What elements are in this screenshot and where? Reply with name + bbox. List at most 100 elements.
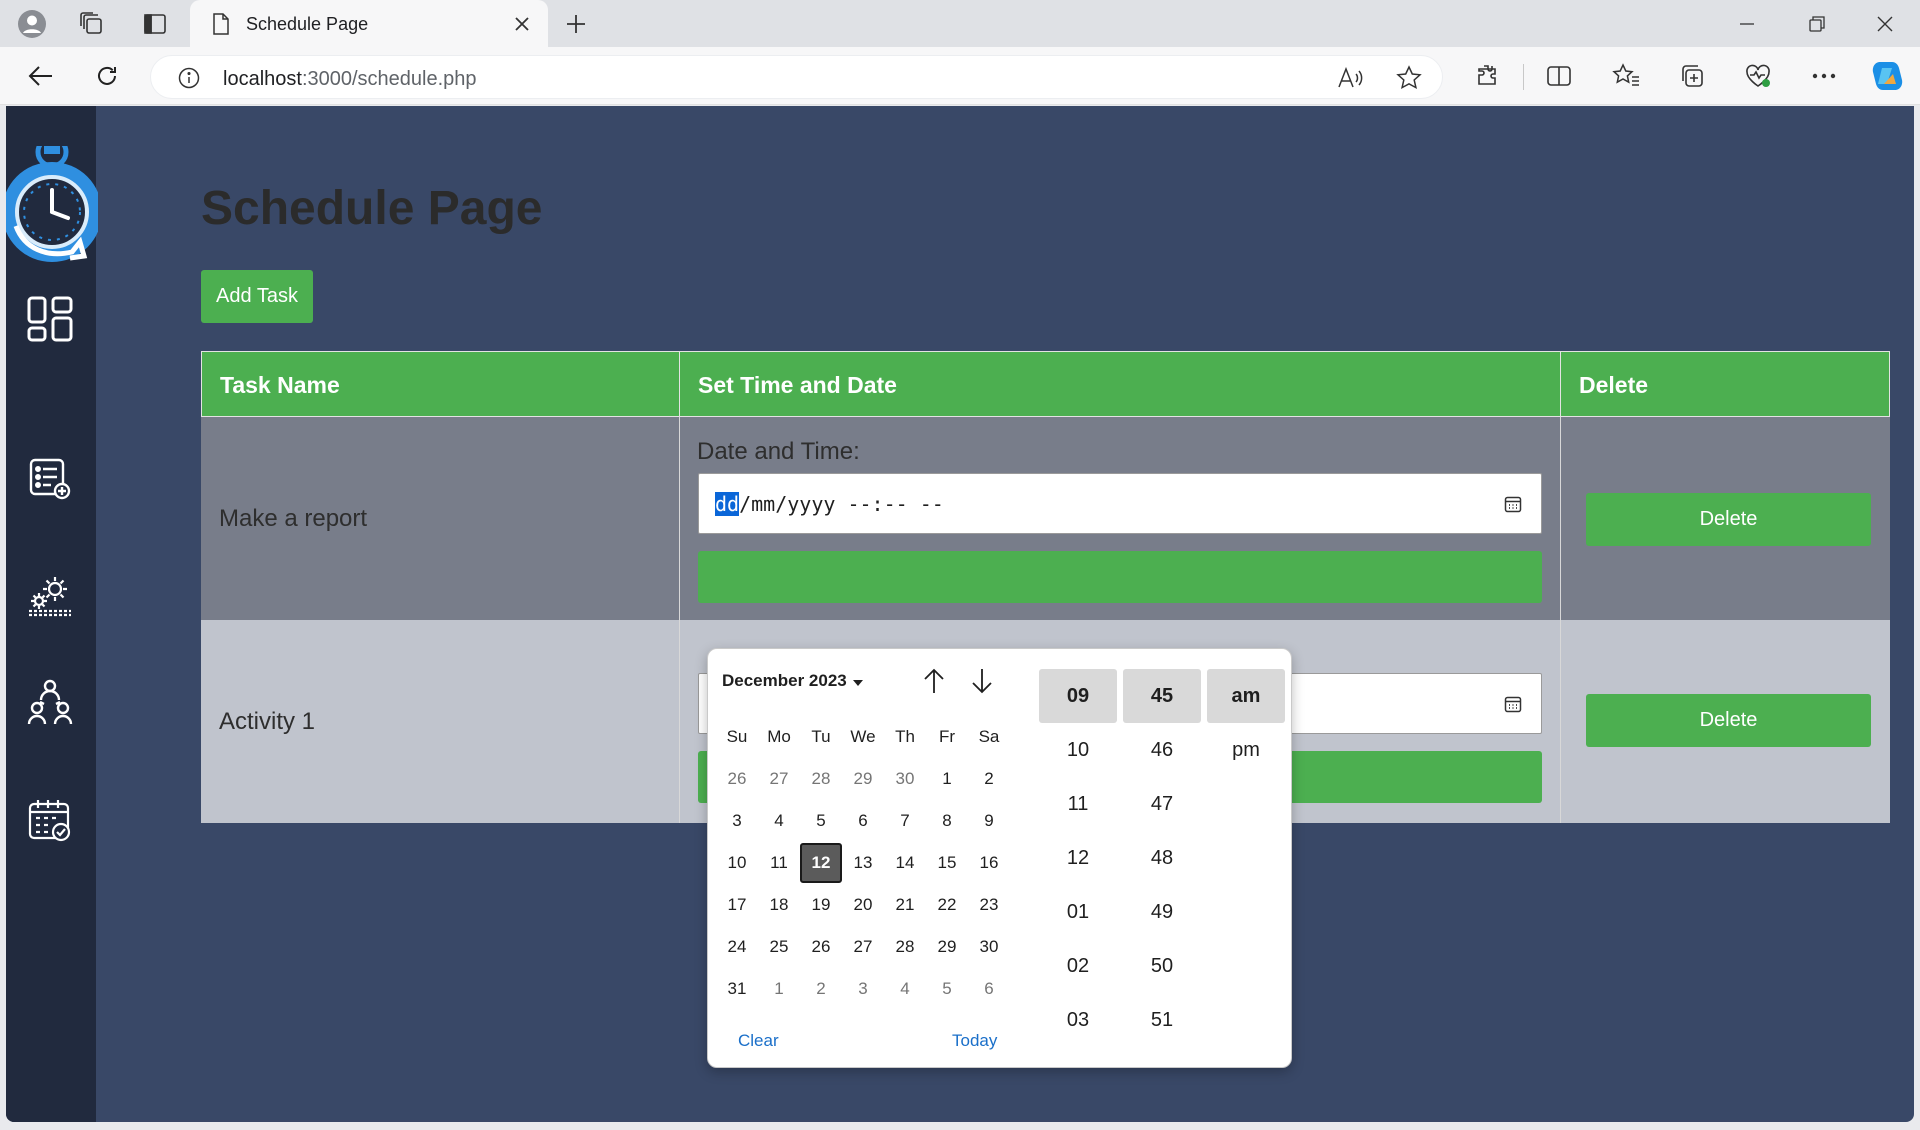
hour-option[interactable]: 09 [1039,669,1117,723]
day-cell[interactable]: 19 [800,885,842,925]
period-option[interactable]: am [1207,669,1285,723]
split-screen-icon[interactable] [1538,56,1580,96]
day-cell[interactable]: 22 [926,885,968,925]
clear-link[interactable]: Clear [738,1031,779,1051]
day-cell[interactable]: 31 [716,969,758,1009]
add-task-button[interactable]: Add Task [201,270,313,323]
day-cell[interactable]: 2 [968,759,1010,799]
day-cell[interactable]: 14 [884,843,926,883]
day-cell[interactable]: 1 [926,759,968,799]
day-cell[interactable]: 3 [842,969,884,1009]
hour-option[interactable]: 11 [1039,777,1117,831]
read-aloud-icon[interactable] [1336,65,1364,91]
delete-button[interactable]: Delete [1586,493,1871,546]
day-cell[interactable]: 24 [716,927,758,967]
calendar-check-icon[interactable] [23,794,77,848]
address-bar[interactable]: localhost:3000/schedule.php [150,55,1443,99]
workspaces-icon[interactable] [72,7,112,41]
day-cell[interactable]: 27 [758,759,800,799]
day-cell[interactable]: 11 [758,843,800,883]
day-cell[interactable]: 13 [842,843,884,883]
browser-essentials-icon[interactable] [1737,56,1779,96]
more-options-icon[interactable] [1803,56,1845,96]
weekday-label: Su [726,727,748,746]
day-cell[interactable]: 28 [884,927,926,967]
minute-option[interactable]: 51 [1123,993,1201,1047]
settings-gears-icon[interactable] [23,568,77,622]
period-option[interactable]: pm [1207,723,1285,777]
month-year-selector[interactable]: December 2023 [722,671,863,691]
minute-option[interactable]: 48 [1123,831,1201,885]
day-cell[interactable]: 5 [926,969,968,1009]
day-cell[interactable]: 10 [716,843,758,883]
calendar-picker-icon[interactable] [1501,692,1525,716]
day-cell[interactable]: 26 [800,927,842,967]
hour-option[interactable]: 01 [1039,885,1117,939]
datetime-input[interactable]: dd/mm/yyyy --:-- -- [698,473,1542,534]
favorite-star-icon[interactable] [1395,65,1423,91]
refresh-icon[interactable] [86,56,128,96]
day-cell[interactable]: 6 [842,801,884,841]
day-cell[interactable]: 30 [884,759,926,799]
active-tab[interactable]: Schedule Page [190,0,548,47]
collections-icon[interactable] [1671,56,1713,96]
day-cell[interactable]: 6 [968,969,1010,1009]
new-tab-icon[interactable] [556,7,596,41]
day-cell[interactable]: 18 [758,885,800,925]
day-cell[interactable]: 9 [968,801,1010,841]
datetime-value: dd/mm/yyyy --:-- -- [715,492,944,516]
dashboard-icon[interactable] [23,292,77,346]
minute-option[interactable]: 47 [1123,777,1201,831]
day-cell[interactable]: 30 [968,927,1010,967]
task-list-icon[interactable] [23,452,77,506]
minute-option[interactable]: 45 [1123,669,1201,723]
minute-option[interactable]: 49 [1123,885,1201,939]
minute-option[interactable]: 50 [1123,939,1201,993]
day-cell[interactable]: 16 [968,843,1010,883]
calendar-picker-icon[interactable] [1501,492,1525,516]
day-cell[interactable]: 8 [926,801,968,841]
hour-option[interactable]: 10 [1039,723,1117,777]
day-cell[interactable]: 29 [842,759,884,799]
day-cell[interactable]: 4 [884,969,926,1009]
day-cell[interactable]: 27 [842,927,884,967]
close-window-icon[interactable] [1850,0,1920,47]
favorites-icon[interactable] [1605,56,1647,96]
day-cell[interactable]: 21 [884,885,926,925]
hour-option[interactable]: 12 [1039,831,1117,885]
day-cell[interactable]: 15 [926,843,968,883]
today-link[interactable]: Today [952,1031,997,1051]
hour-option[interactable]: 02 [1039,939,1117,993]
day-cell[interactable]: 1 [758,969,800,1009]
day-cell[interactable]: 28 [800,759,842,799]
day-cell[interactable]: 29 [926,927,968,967]
day-cell[interactable]: 7 [884,801,926,841]
profile-icon[interactable] [12,7,52,41]
day-cell[interactable]: 17 [716,885,758,925]
day-cell[interactable]: 26 [716,759,758,799]
restore-icon[interactable] [1782,0,1852,47]
minimize-icon[interactable] [1712,0,1782,47]
previous-month-arrow-icon[interactable] [918,665,950,697]
day-cell[interactable]: 3 [716,801,758,841]
minute-option[interactable]: 46 [1123,723,1201,777]
day-cell[interactable]: 25 [758,927,800,967]
next-month-arrow-icon[interactable] [966,665,998,697]
set-time-button[interactable] [698,551,1542,603]
app-logo[interactable] [6,135,102,266]
day-cell[interactable]: 20 [842,885,884,925]
delete-button[interactable]: Delete [1586,694,1871,747]
vertical-tabs-icon[interactable] [135,7,175,41]
close-tab-icon[interactable] [510,12,534,36]
day-cell[interactable]: 5 [800,801,842,841]
hour-option[interactable]: 03 [1039,993,1117,1047]
day-cell[interactable]: 4 [758,801,800,841]
day-cell[interactable]: 2 [800,969,842,1009]
selected-day-cell[interactable]: 12 [800,843,842,883]
site-info-icon[interactable] [177,66,201,90]
day-cell[interactable]: 23 [968,885,1010,925]
extensions-icon[interactable] [1466,56,1508,96]
team-icon[interactable] [23,675,77,729]
back-icon[interactable] [20,56,62,96]
copilot-icon[interactable] [1866,56,1908,96]
